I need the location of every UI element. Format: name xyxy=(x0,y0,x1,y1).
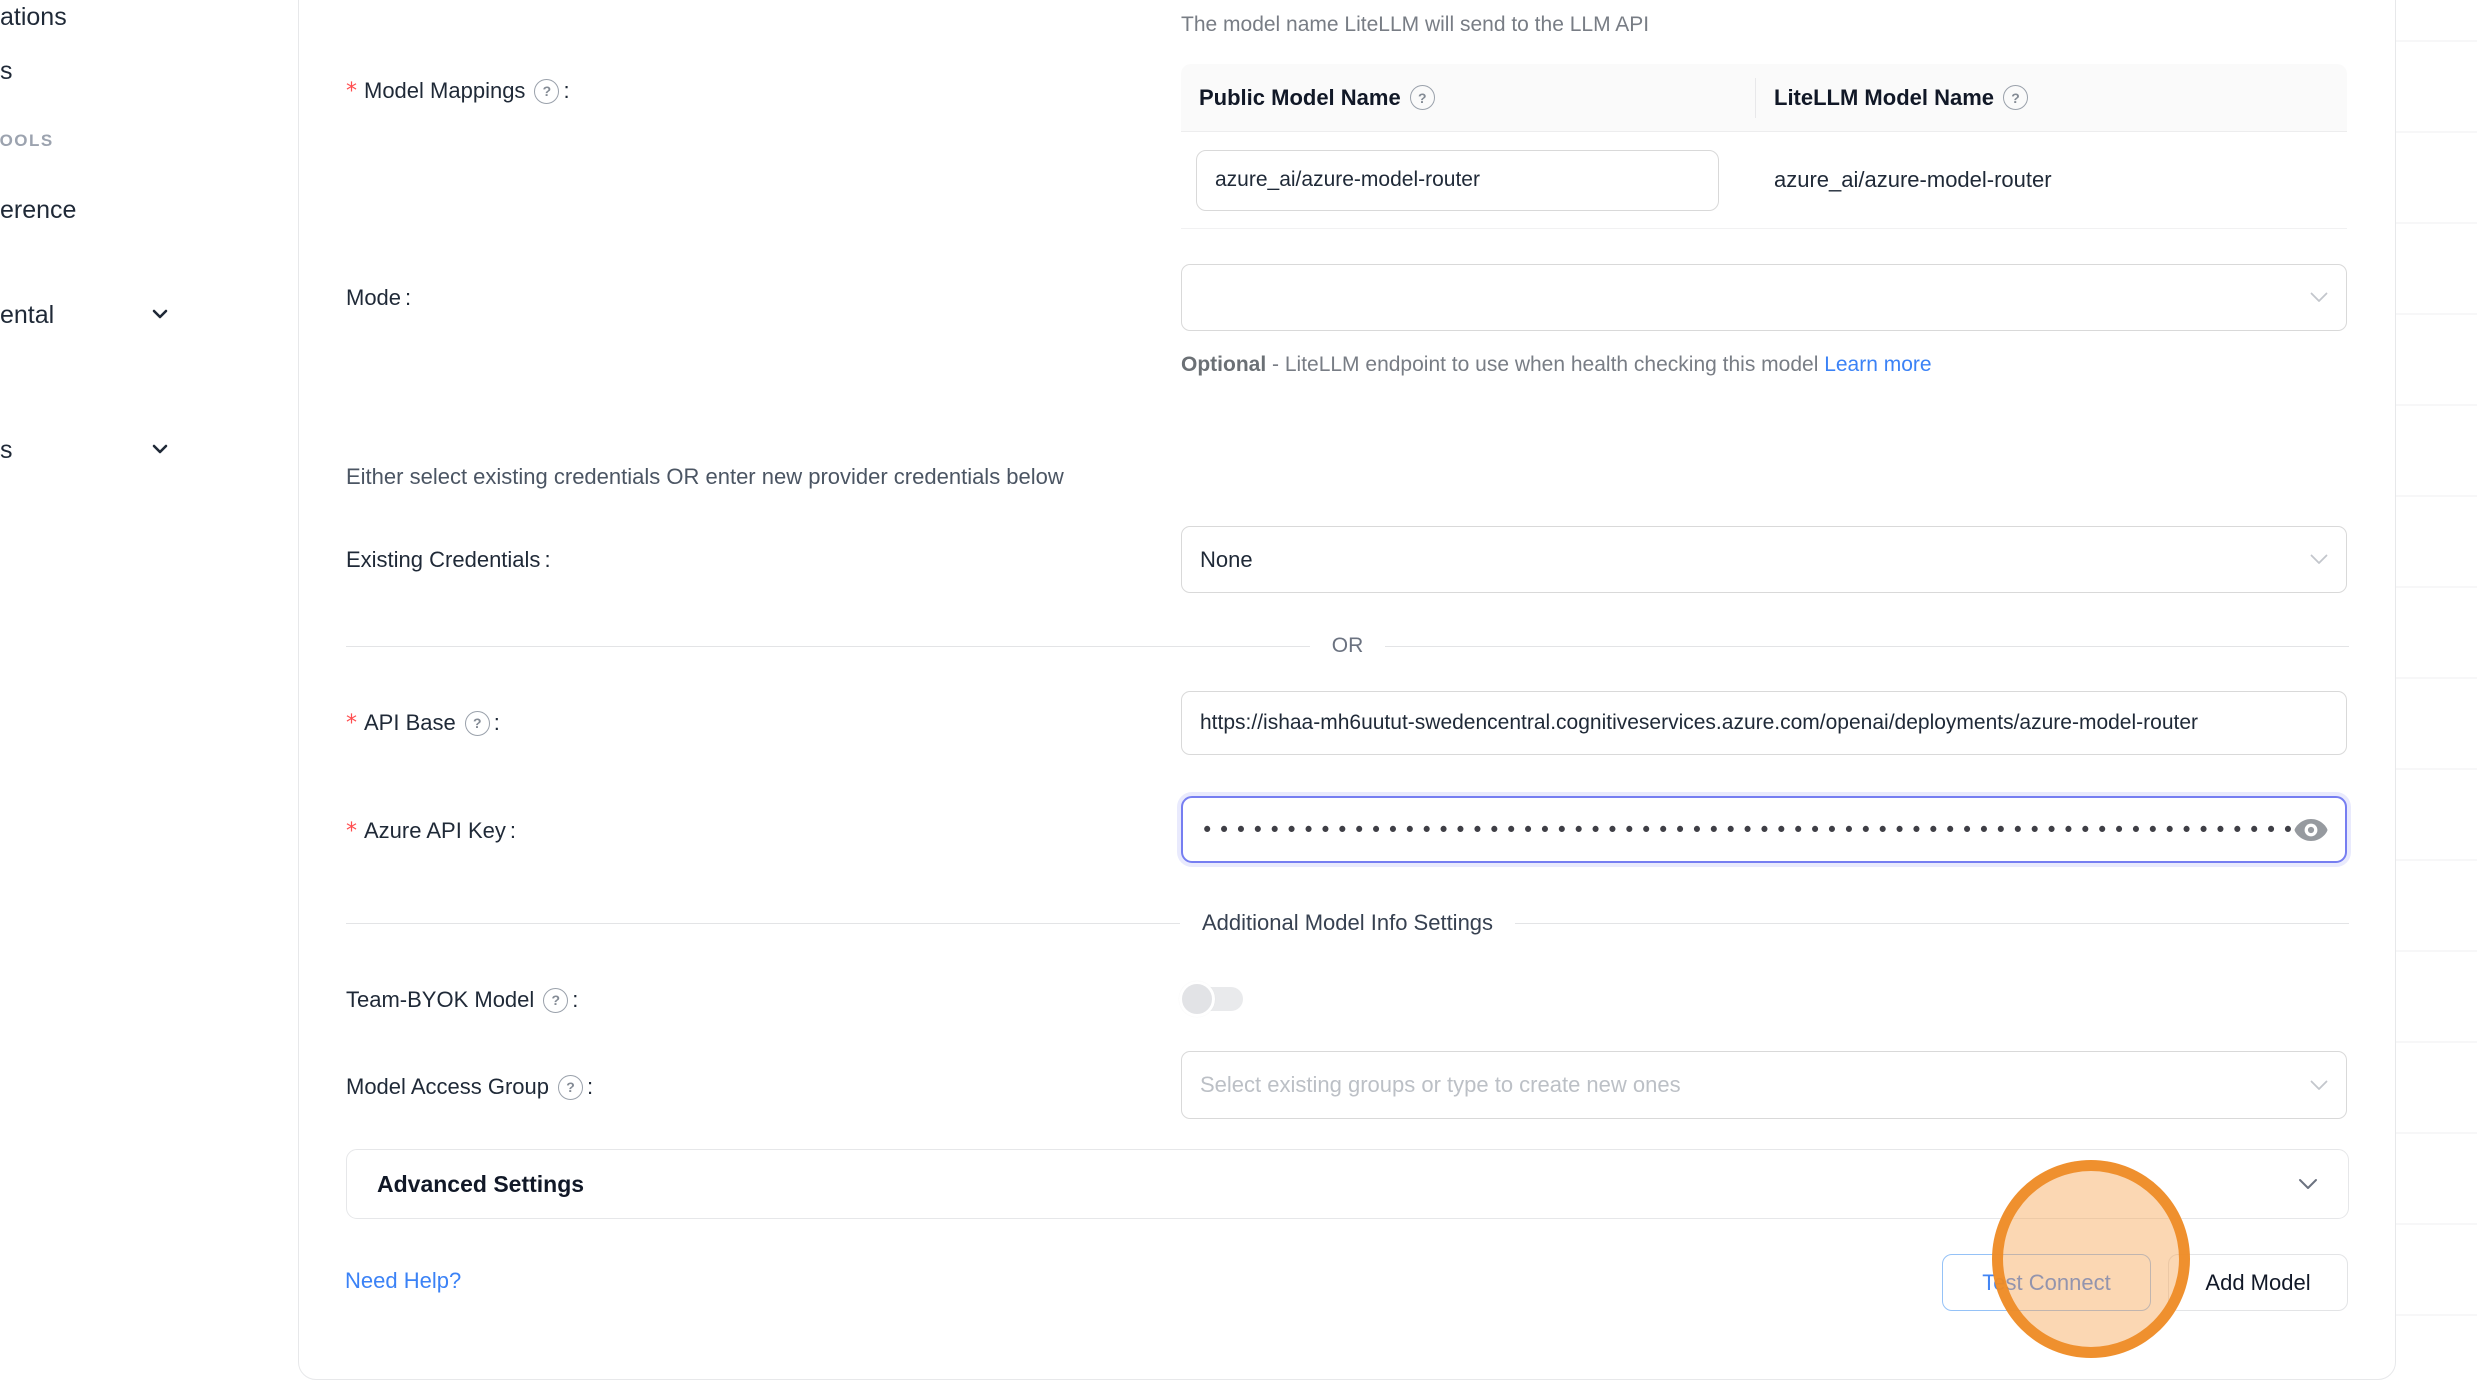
test-connect-button[interactable]: Test Connect xyxy=(1942,1254,2151,1311)
credentials-note: Either select existing credentials OR en… xyxy=(346,464,1064,490)
team-byok-help-icon[interactable]: ? xyxy=(543,988,568,1013)
model-mappings-label: * Model Mappings ? : xyxy=(346,78,570,104)
required-mark: * xyxy=(346,711,357,736)
model-name-helper-text: The model name LiteLLM will send to the … xyxy=(1181,13,1649,37)
sidebar-item-erence[interactable]: erence xyxy=(0,196,76,225)
eye-icon[interactable] xyxy=(2293,817,2329,843)
chevron-down-icon xyxy=(2310,292,2328,303)
litellm-model-name-header: LiteLLM Model Name ? xyxy=(1756,85,2347,111)
add-model-page: { "ui": { "colon": ":", "required_mark":… xyxy=(0,0,2477,1385)
chevron-down-icon xyxy=(2310,1080,2328,1091)
existing-credentials-select[interactable]: None xyxy=(1181,526,2347,593)
mode-helper-text: Optional - LiteLLM endpoint to use when … xyxy=(1181,345,2005,384)
info-settings-divider: Additional Model Info Settings xyxy=(346,910,2349,936)
chevron-down-icon xyxy=(2298,1178,2318,1190)
sidebar-item-s2[interactable]: s xyxy=(0,436,13,465)
required-mark: * xyxy=(346,79,357,104)
learn-more-link[interactable]: Learn more xyxy=(1824,353,1931,376)
sidebar-section-tools: TOOLS xyxy=(0,131,54,151)
team-byok-label: Team-BYOK Model ? : xyxy=(346,987,578,1013)
sidebar: ations s TOOLS erence ental s xyxy=(0,0,298,1385)
litellm-model-name-value: azure_ai/azure-model-router xyxy=(1774,167,2052,193)
add-model-button[interactable]: Add Model xyxy=(2168,1254,2348,1311)
api-base-label: * API Base ? : xyxy=(346,710,500,736)
api-base-help-icon[interactable]: ? xyxy=(465,711,490,736)
azure-api-key-label: * Azure API Key : xyxy=(346,818,516,844)
background-table-rows-right xyxy=(2395,40,2477,1350)
azure-api-key-input[interactable]: ••••••••••••••••••••••••••••••••••••••••… xyxy=(1181,796,2347,863)
need-help-link[interactable]: Need Help? xyxy=(345,1268,461,1294)
api-base-input[interactable] xyxy=(1181,691,2347,755)
sidebar-item-ental[interactable]: ental xyxy=(0,301,54,330)
model-access-group-placeholder: Select existing groups or type to create… xyxy=(1200,1072,1681,1098)
chevron-down-icon[interactable] xyxy=(148,302,172,326)
mode-label: Mode : xyxy=(346,285,411,311)
model-access-group-select[interactable]: Select existing groups or type to create… xyxy=(1181,1051,2347,1119)
masked-api-key: ••••••••••••••••••••••••••••••••••••••••… xyxy=(1201,818,2293,842)
chevron-down-icon[interactable] xyxy=(148,437,172,461)
model-access-group-help-icon[interactable]: ? xyxy=(558,1075,583,1100)
sidebar-item-s[interactable]: s xyxy=(0,57,13,86)
sidebar-item-ations[interactable]: ations xyxy=(0,3,67,32)
litellm-model-name-help-icon[interactable]: ? xyxy=(2003,85,2028,110)
model-mappings-help-icon[interactable]: ? xyxy=(534,79,559,104)
model-mappings-table-row: azure_ai/azure-model-router xyxy=(1181,132,2347,229)
public-model-name-input[interactable] xyxy=(1196,150,1719,211)
advanced-settings-label: Advanced Settings xyxy=(377,1171,584,1198)
team-byok-toggle[interactable] xyxy=(1181,984,1245,1014)
existing-credentials-label: Existing Credentials : xyxy=(346,547,551,573)
or-divider: OR xyxy=(346,634,2349,658)
public-model-name-help-icon[interactable]: ? xyxy=(1410,85,1435,110)
add-model-form-card: The model name LiteLLM will send to the … xyxy=(298,0,2396,1380)
model-mappings-table-header: Public Model Name ? LiteLLM Model Name ? xyxy=(1181,64,2347,132)
required-mark: * xyxy=(346,819,357,844)
model-access-group-label: Model Access Group ? : xyxy=(346,1074,593,1100)
advanced-settings-panel[interactable]: Advanced Settings xyxy=(346,1149,2349,1219)
model-mappings-table: Public Model Name ? LiteLLM Model Name ?… xyxy=(1181,64,2347,229)
chevron-down-icon xyxy=(2310,554,2328,565)
public-model-name-header: Public Model Name ? xyxy=(1181,78,1756,118)
mode-select[interactable] xyxy=(1181,264,2347,331)
